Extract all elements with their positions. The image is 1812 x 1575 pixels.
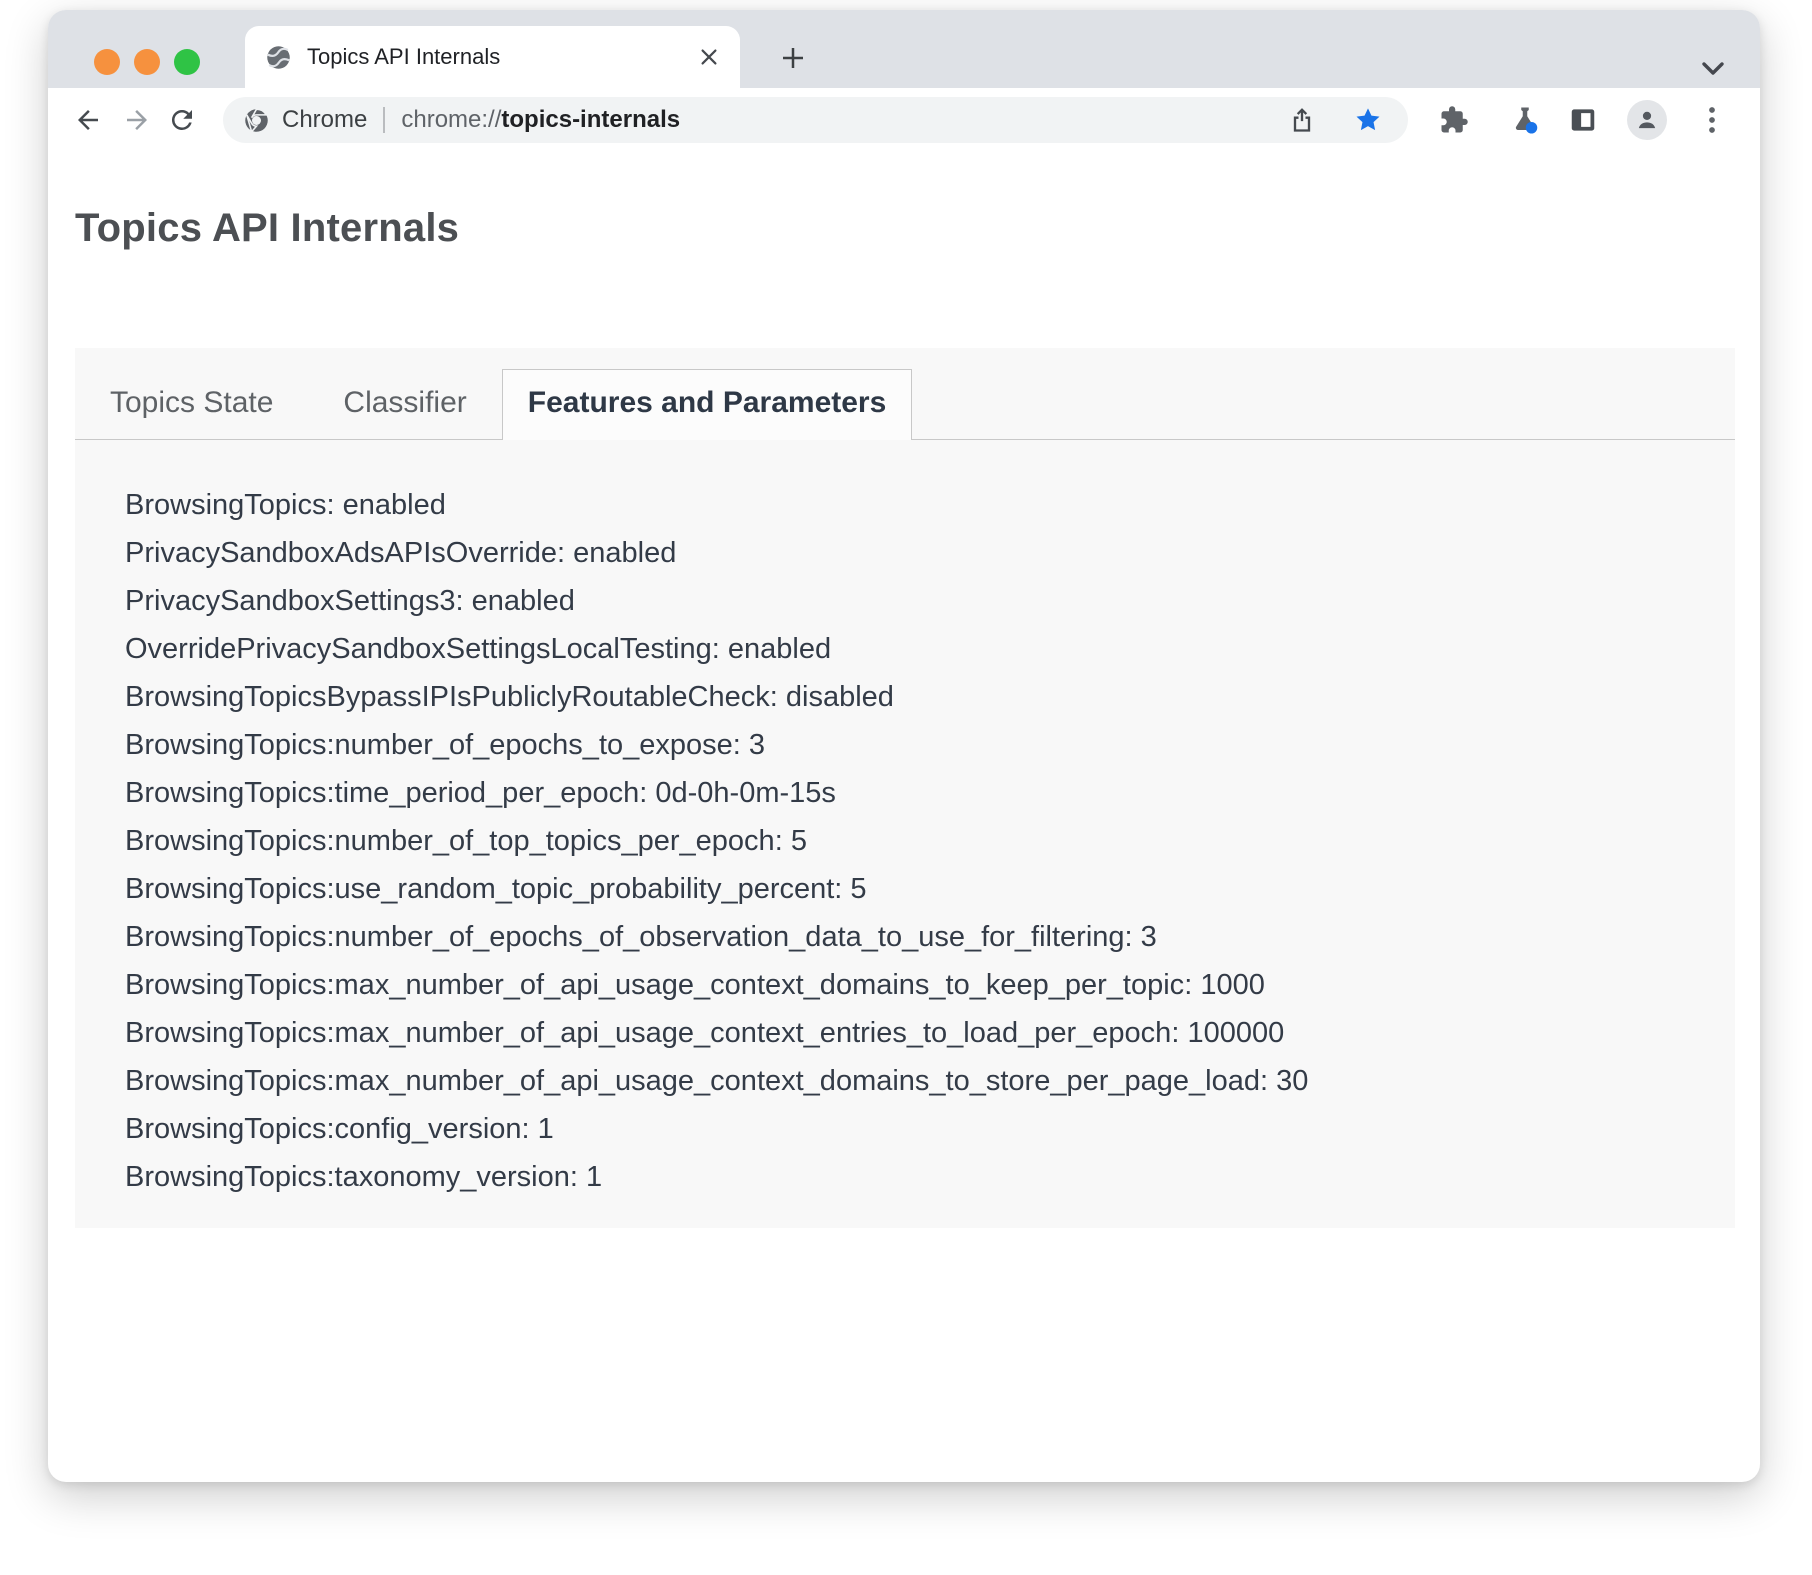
plus-icon [778,43,808,73]
parameter-value: enabled [343,489,446,521]
parameter-label: BrowsingTopics:time_period_per_epoch [125,777,639,809]
parameter-separator: : [1125,921,1141,953]
tab-close-icon[interactable] [698,46,720,68]
parameter-separator: : [1171,1017,1187,1049]
parameter-separator: : [455,585,471,617]
parameter-label: BrowsingTopics:max_number_of_api_usage_c… [125,1065,1260,1097]
tab-box-panel: Topics StateClassifierFeatures and Param… [75,348,1735,1228]
parameter-value: 5 [850,873,866,905]
browser-toolbar: Chrome chrome:// topics-internals [48,88,1760,152]
parameter-label: BrowsingTopicsBypassIPIsPubliclyRoutable… [125,681,770,713]
omnibox-site-label: Chrome [282,106,367,134]
parameter-line: OverridePrivacySandboxSettingsLocalTesti… [125,625,1735,673]
parameter-label: BrowsingTopics:number_of_epochs_to_expos… [125,729,733,761]
parameter-separator: : [570,1161,586,1193]
parameter-label: BrowsingTopics:use_random_topic_probabil… [125,873,834,905]
parameter-line: BrowsingTopicsBypassIPIsPubliclyRoutable… [125,673,1735,721]
side-panel-icon[interactable] [1568,105,1598,135]
back-icon[interactable] [73,105,103,135]
parameter-separator: : [557,537,573,569]
parameter-separator: : [834,873,850,905]
experiments-flask-icon[interactable] [1510,105,1540,135]
parameter-line: BrowsingTopics:max_number_of_api_usage_c… [125,1057,1735,1105]
browser-tab-strip: Topics API Internals [48,10,1760,88]
new-tab-button[interactable] [773,38,813,78]
parameter-line: PrivacySandboxSettings3: enabled [125,577,1735,625]
browser-tab-topics-api-internals[interactable]: Topics API Internals [245,26,740,88]
parameter-separator: : [326,489,342,521]
parameter-value: 100000 [1187,1017,1284,1049]
globe-favicon-icon [265,44,292,71]
parameter-value: enabled [472,585,575,617]
parameter-value: 3 [1141,921,1157,953]
browser-window: Topics API Internals [48,10,1760,1482]
parameter-label: PrivacySandboxSettings3 [125,585,455,617]
parameter-separator: : [1260,1065,1276,1097]
parameter-line: BrowsingTopics:number_of_epochs_to_expos… [125,721,1735,769]
page-tab-row: Topics StateClassifierFeatures and Param… [75,348,1735,440]
profile-avatar[interactable] [1627,100,1667,140]
parameter-value: disabled [786,681,894,713]
parameter-label: BrowsingTopics:number_of_epochs_of_obser… [125,921,1125,953]
parameter-label: BrowsingTopics:max_number_of_api_usage_c… [125,969,1184,1001]
parameter-separator: : [1184,969,1200,1001]
parameter-separator: : [775,825,791,857]
parameter-label: BrowsingTopics:max_number_of_api_usage_c… [125,1017,1171,1049]
parameter-value: 5 [791,825,807,857]
parameter-separator: : [639,777,655,809]
page-tab-classifier[interactable]: Classifier [308,371,501,439]
parameter-label: BrowsingTopics:config_version [125,1113,522,1145]
extensions-puzzle-icon[interactable] [1439,105,1469,135]
parameter-line: BrowsingTopics:time_period_per_epoch: 0d… [125,769,1735,817]
share-icon[interactable] [1288,106,1316,134]
parameter-value: 0d-0h-0m-15s [655,777,836,809]
tab-overview-chevron-icon[interactable] [1696,59,1730,79]
parameter-label: BrowsingTopics:taxonomy_version [125,1161,570,1193]
parameter-separator: : [712,633,728,665]
parameter-value: 1000 [1200,969,1265,1001]
parameter-line: BrowsingTopics: enabled [125,481,1735,529]
parameter-label: OverridePrivacySandboxSettingsLocalTesti… [125,633,712,665]
person-icon [1634,107,1660,133]
omnibox-divider [383,107,385,133]
parameter-line: BrowsingTopics:number_of_top_topics_per_… [125,817,1735,865]
parameter-line: BrowsingTopics:max_number_of_api_usage_c… [125,961,1735,1009]
bookmark-star-icon[interactable] [1354,106,1382,134]
parameter-separator: : [522,1113,538,1145]
omnibox[interactable]: Chrome chrome:// topics-internals [223,97,1408,143]
page-title: Topics API Internals [75,204,459,252]
parameter-line: BrowsingTopics:taxonomy_version: 1 [125,1153,1735,1201]
parameter-line: PrivacySandboxAdsAPIsOverride: enabled [125,529,1735,577]
parameter-value: enabled [573,537,676,569]
parameter-value: 30 [1276,1065,1308,1097]
chrome-logo-icon [243,107,270,134]
parameter-value: 1 [586,1161,602,1193]
parameter-value: enabled [728,633,831,665]
parameter-label: BrowsingTopics [125,489,326,521]
traffic-light-zoom-button[interactable] [174,49,200,75]
reload-icon[interactable] [167,105,197,135]
traffic-light-minimize-button[interactable] [134,49,160,75]
parameter-line: BrowsingTopics:max_number_of_api_usage_c… [125,1009,1735,1057]
parameter-line: BrowsingTopics:config_version: 1 [125,1105,1735,1153]
parameter-line: BrowsingTopics:number_of_epochs_of_obser… [125,913,1735,961]
forward-icon[interactable] [122,105,152,135]
page-tab-topics-state[interactable]: Topics State [75,371,308,439]
browser-tab-title: Topics API Internals [307,44,698,70]
url-host: topics-internals [501,106,680,134]
traffic-light-close-button[interactable] [94,49,120,75]
url-scheme: chrome:// [401,106,501,134]
parameters-list: BrowsingTopics: enabledPrivacySandboxAds… [125,481,1735,1201]
parameter-label: BrowsingTopics:number_of_top_topics_per_… [125,825,775,857]
parameter-line: BrowsingTopics:use_random_topic_probabil… [125,865,1735,913]
parameter-separator: : [770,681,786,713]
menu-kebab-icon[interactable] [1704,105,1720,135]
parameter-label: PrivacySandboxAdsAPIsOverride [125,537,557,569]
parameter-separator: : [733,729,749,761]
parameter-value: 3 [749,729,765,761]
page-tab-features-and-parameters[interactable]: Features and Parameters [502,369,913,440]
parameter-value: 1 [538,1113,554,1145]
